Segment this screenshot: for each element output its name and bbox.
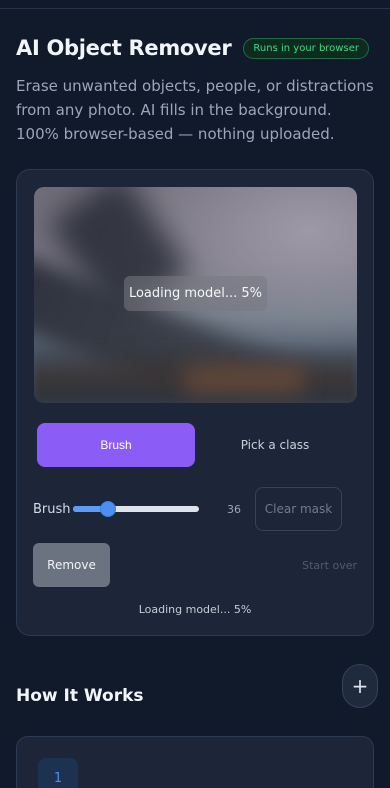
pick-class-mode-button[interactable]: Pick a class [195, 423, 355, 467]
brush-size-value: 36 [227, 502, 241, 516]
brush-size-row: Brush 36 Clear mask [33, 487, 355, 531]
brush-size-slider[interactable] [73, 500, 199, 518]
page-title: AI Object Remover [16, 36, 232, 60]
plus-icon[interactable]: + [342, 664, 378, 708]
mode-toggle: Brush Pick a class [37, 423, 355, 467]
how-it-works-heading: How It Works [16, 686, 144, 706]
clear-mask-button[interactable]: Clear mask [255, 487, 342, 531]
page-description: Erase unwanted objects, people, or distr… [16, 77, 374, 143]
start-over-link[interactable]: Start over [302, 559, 357, 572]
editor-card: Loading model... 5% Brush Pick a class B… [16, 169, 374, 636]
page-header: AI Object Remover Runs in your browser E… [16, 36, 374, 146]
canvas-loading-overlay: Loading model... 5% [124, 276, 267, 311]
remove-button[interactable]: Remove [33, 543, 110, 587]
top-divider [0, 8, 390, 9]
brush-mode-button[interactable]: Brush [37, 423, 195, 467]
loading-status: Loading model... 5% [138, 603, 252, 616]
slider-thumb[interactable] [100, 501, 117, 517]
title-row: AI Object Remover Runs in your browser [16, 36, 374, 60]
browser-badge: Runs in your browser [243, 37, 369, 59]
brush-size-label: Brush [33, 501, 71, 517]
step-number-badge: 1 [38, 758, 78, 788]
image-canvas[interactable]: Loading model... 5% [34, 187, 357, 403]
action-row: Remove Start over [33, 543, 357, 587]
photo-warm-light [184, 365, 304, 395]
step-card: 1 [16, 736, 374, 788]
